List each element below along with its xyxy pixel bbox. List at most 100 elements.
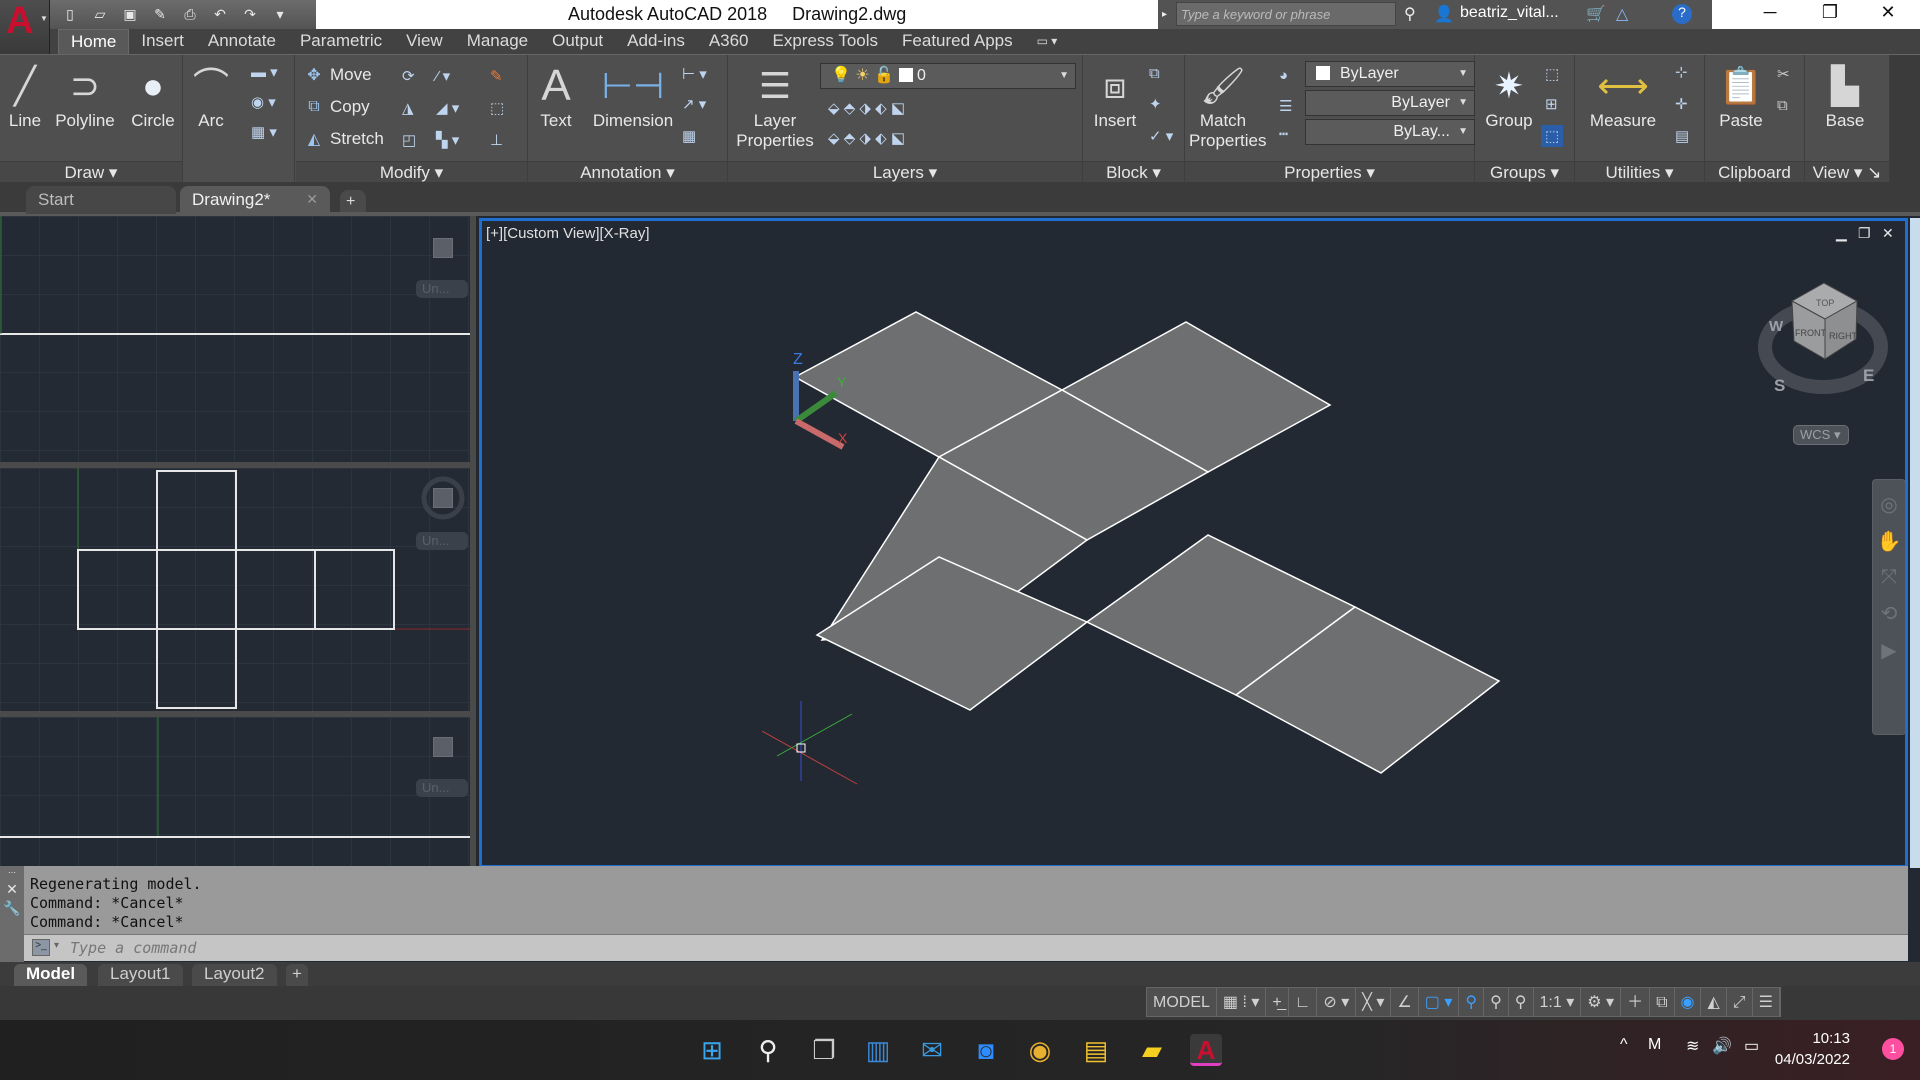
close-tab-icon[interactable]: ✕ — [306, 191, 318, 208]
polar-tracking-icon[interactable]: ⊘ ▾ — [1317, 988, 1357, 1016]
ucs-dropdown-top[interactable]: Un... — [416, 532, 468, 550]
restore-button[interactable]: ❐ — [1810, 2, 1850, 23]
viewport-front[interactable]: Un... — [0, 216, 470, 462]
customize-qat-icon[interactable]: ▾ — [268, 6, 292, 23]
layer-dropdown[interactable]: 💡 ☀ 🔓 0 ▼ — [820, 63, 1076, 89]
group-edit-icon[interactable]: ⊞ — [1545, 95, 1558, 113]
dimension-button[interactable]: ⊢⊣ Dimension — [588, 61, 678, 131]
cut-icon[interactable]: ✂ — [1777, 65, 1790, 83]
arc-button[interactable]: ⌒ Arc — [191, 61, 231, 131]
widgets-icon[interactable]: ▥ — [862, 1034, 894, 1066]
ucs-dropdown-left[interactable]: Un... — [416, 779, 468, 797]
fillet-icon[interactable]: ◢ ▾ — [436, 99, 459, 117]
wifi-icon[interactable]: ≋ — [1686, 1036, 1699, 1056]
save-icon[interactable]: ▣ — [118, 6, 142, 23]
tab-add-ins[interactable]: Add-ins — [615, 29, 697, 54]
viewport-top[interactable]: Un... — [0, 468, 470, 711]
close-button[interactable]: ✕ — [1868, 2, 1908, 23]
tab-view[interactable]: View — [394, 29, 455, 54]
new-icon[interactable]: ▯ — [58, 6, 82, 23]
paste-button[interactable]: 📋 Paste — [1713, 61, 1769, 131]
base-button[interactable]: ▙ Base — [1815, 61, 1875, 131]
grid-icon[interactable]: ▦ ⁞ ▾ — [1217, 988, 1267, 1016]
move-button[interactable]: ✥ Move — [304, 65, 371, 85]
explode-icon[interactable]: ⬚ — [490, 99, 504, 117]
line-button[interactable]: ╱ Line — [6, 61, 44, 131]
task-view-icon[interactable]: ❐ — [808, 1034, 840, 1066]
tab-output[interactable]: Output — [540, 29, 615, 54]
viewcube[interactable]: TOP FRONT RIGHT W S E — [1758, 282, 1888, 395]
lineweight-dropdown[interactable]: ByLay... ▼ — [1305, 119, 1475, 145]
panel-title-annotation[interactable]: Annotation ▾ — [528, 161, 727, 183]
table-icon[interactable]: ▦ — [682, 127, 696, 145]
customization-menu-icon[interactable]: ☰ — [1753, 988, 1780, 1016]
layout-tab-model[interactable]: Model — [14, 964, 88, 986]
network-meter-icon[interactable]: M — [1648, 1036, 1661, 1054]
show-hidden-icons[interactable]: ^ — [1620, 1036, 1628, 1054]
search-input[interactable] — [1176, 2, 1396, 26]
panel-title-view[interactable]: View ▾ ↘ — [1805, 161, 1889, 183]
create-block-icon[interactable]: ⧉ — [1149, 65, 1160, 82]
cart-icon[interactable]: 🛒 — [1586, 4, 1606, 24]
application-menu-button[interactable]: A ▼ — [0, 0, 50, 54]
panel-title-properties[interactable]: Properties ▾ — [1185, 161, 1474, 183]
tab-express-tools[interactable]: Express Tools — [761, 29, 891, 54]
layout-tab-layout1[interactable]: Layout1 — [98, 964, 183, 986]
annotation-scale-icon[interactable]: ⚲ — [1509, 988, 1534, 1016]
start-icon[interactable]: ⊞ — [696, 1034, 728, 1066]
command-line-handle[interactable]: ⋯ ✕ 🔧 — [0, 866, 24, 962]
tab-manage[interactable]: Manage — [455, 29, 540, 54]
mail-icon[interactable]: ✉ — [916, 1034, 948, 1066]
viewcube-front-icon[interactable] — [433, 238, 453, 258]
mirror-icon[interactable]: ◮ — [402, 99, 414, 117]
showmotion-icon[interactable]: ▶ — [1873, 638, 1905, 663]
layer-tools-row1-icon[interactable]: ⬙ ⬘ ⬗ ⬖ ⬕ — [828, 99, 905, 117]
insert-button[interactable]: ⧈ Insert — [1087, 61, 1143, 131]
viewport-custom-view[interactable]: [+][Custom View][X-Ray] ▁ ❐ ✕ Z Y X TOP … — [479, 218, 1908, 868]
zoom-app-icon[interactable]: ◙ — [970, 1034, 1002, 1066]
match-properties-button[interactable]: 🖌 Match Properties — [1189, 61, 1266, 151]
viewcube-left-icon[interactable] — [433, 737, 453, 757]
isolate-objects-icon[interactable]: ⧉ — [1650, 988, 1675, 1016]
panel-title-clipboard[interactable]: Clipboard — [1705, 161, 1804, 183]
performance-warning-icon[interactable]: ◭ — [1701, 988, 1727, 1016]
panel-title-groups[interactable]: Groups ▾ — [1475, 161, 1574, 183]
grip-icon[interactable]: ⋯ — [0, 868, 24, 877]
text-button[interactable]: A Text — [536, 61, 576, 131]
volume-icon[interactable]: 🔊 — [1712, 1036, 1732, 1056]
annotation-monitor-icon[interactable]: ＋ — [1621, 988, 1651, 1016]
color-dropdown[interactable]: ByLayer ▼ — [1305, 61, 1475, 87]
model-space-button[interactable]: MODEL — [1147, 988, 1217, 1016]
hatch-icon[interactable]: ◉ ▾ — [251, 93, 276, 111]
measure-button[interactable]: ⟷ Measure — [1583, 61, 1663, 131]
tab-a360[interactable]: A360 — [697, 29, 761, 54]
chrome-icon[interactable]: ◉ — [1024, 1034, 1056, 1066]
zoom-extents-icon[interactable]: ⤧ — [1873, 566, 1905, 589]
sticky-notes-icon[interactable]: ▰ — [1136, 1034, 1168, 1066]
expand-icon[interactable]: ▸ — [1162, 9, 1167, 20]
new-tab-button[interactable]: + — [340, 190, 366, 212]
linetype-dropdown[interactable]: ByLayer ▼ — [1305, 90, 1475, 116]
viewcube-top-icon[interactable] — [433, 488, 453, 508]
polyline-button[interactable]: ⊃ Polyline — [50, 61, 120, 131]
offset-icon[interactable]: ⊥ — [490, 131, 503, 149]
search-icon[interactable]: ⚲ — [752, 1034, 784, 1066]
steering-wheel-icon[interactable]: ◎ — [1873, 492, 1905, 517]
stretch-button[interactable]: ◭ Stretch — [304, 129, 384, 149]
attribute-icon[interactable]: ✓ ▾ — [1149, 127, 1173, 145]
region-icon[interactable]: ▦ ▾ — [251, 123, 277, 141]
tab-featured-apps[interactable]: Featured Apps — [890, 29, 1025, 54]
panel-title-block[interactable]: Block ▾ — [1083, 161, 1184, 183]
save-as-icon[interactable]: ✎ — [148, 6, 172, 23]
plot-icon[interactable]: ⎙ — [178, 6, 202, 23]
edit-block-icon[interactable]: ✦ — [1149, 95, 1162, 113]
a360-icon[interactable]: △ — [1616, 4, 1628, 24]
help-icon[interactable]: ? — [1672, 4, 1692, 24]
rectangle-icon[interactable]: ▬ ▾ — [251, 63, 278, 81]
battery-icon[interactable]: ▭ — [1744, 1036, 1759, 1056]
pan-icon[interactable]: ✋ — [1873, 529, 1905, 554]
customize-wrench-icon[interactable]: 🔧 — [0, 900, 24, 917]
quick-select-icon[interactable]: ⊹ — [1675, 63, 1688, 81]
file-tab-start[interactable]: Start — [26, 186, 176, 214]
rotate-icon[interactable]: ⟳ — [402, 67, 415, 85]
